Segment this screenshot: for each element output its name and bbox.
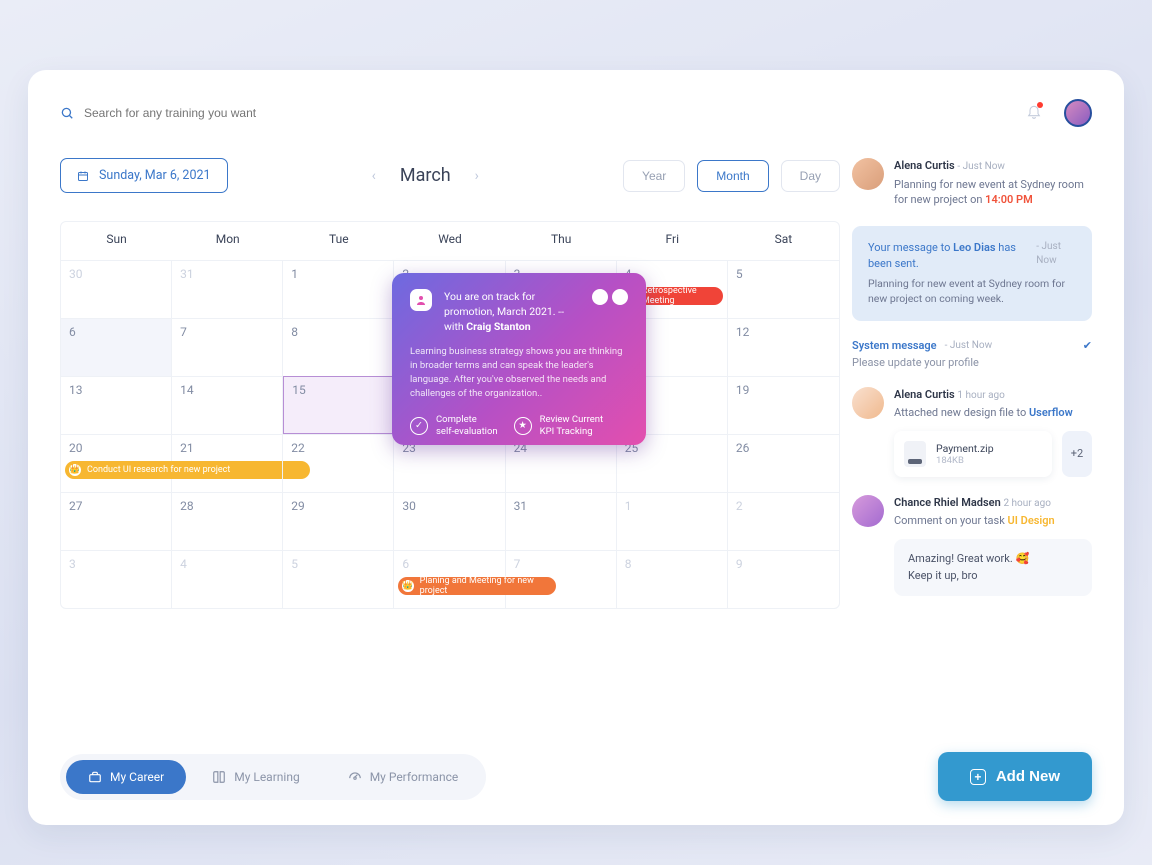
popover-title: You are on track for promotion, March 20… (444, 289, 580, 335)
attachment-card[interactable]: Payment.zip 184KB (894, 431, 1052, 477)
calendar-day[interactable]: 19 (728, 376, 839, 434)
zip-file-icon (904, 441, 926, 467)
popover-action-kpi[interactable]: ★ Review CurrentKPI Tracking (514, 414, 603, 438)
day-of-week-label: Sun (61, 222, 172, 260)
system-message: System message - Just Now ✔ Please updat… (852, 339, 1092, 369)
calendar-day[interactable]: 4 (172, 550, 283, 608)
bottom-bar: My Career My Learning My Performance + A… (60, 742, 1092, 801)
calendar-day[interactable]: 14 (172, 376, 283, 434)
next-month-button[interactable]: › (475, 168, 479, 184)
star-icon: ★ (514, 417, 532, 435)
view-switch: Year Month Day (623, 160, 840, 192)
activity-item[interactable]: Chance Rhiel Madsen 2 hour ago Comment o… (852, 495, 1092, 596)
prev-month-button[interactable]: ‹ (372, 168, 376, 184)
calendar-day[interactable]: 8 (283, 318, 394, 376)
calendar-day[interactable]: 2 (728, 492, 839, 550)
sent-message-card: Your message to Leo Dias has been sent. … (852, 226, 1092, 320)
calendar-day[interactable]: 9 (728, 550, 839, 608)
event-popover[interactable]: You are on track for promotion, March 20… (392, 273, 646, 445)
view-month-button[interactable]: Month (697, 160, 768, 192)
calendar-day[interactable]: 30 (394, 492, 505, 550)
calendar-day[interactable]: 15 (283, 376, 394, 434)
current-date-chip[interactable]: Sunday, Mar 6, 2021 (60, 158, 228, 193)
calendar-day[interactable]: 21 (172, 434, 283, 492)
calendar-day[interactable]: 5 (283, 550, 394, 608)
day-of-week-label: Mon (172, 222, 283, 260)
event-icon: 👑 (402, 580, 413, 592)
tab-my-career[interactable]: My Career (66, 760, 186, 794)
notifications-button[interactable] (1026, 103, 1042, 123)
popover-body: Learning business strategy shows you are… (410, 345, 628, 402)
calendar-day[interactable]: 28 (172, 492, 283, 550)
calendar-day[interactable]: 7 (172, 318, 283, 376)
more-attachments-button[interactable]: +2 (1062, 431, 1092, 477)
check-icon: ✔ (1083, 339, 1092, 352)
calendar-day[interactable]: 31 (506, 492, 617, 550)
app-card: Sunday, Mar 6, 2021 ‹ March › Year Month… (28, 70, 1124, 825)
calendar-day[interactable]: 22 (283, 434, 394, 492)
calendar-day[interactable]: 13 (61, 376, 172, 434)
calendar-day[interactable]: 6 (61, 318, 172, 376)
view-year-button[interactable]: Year (623, 160, 685, 192)
calendar-day[interactable]: 5 (728, 260, 839, 318)
calendar-day[interactable]: 29 (283, 492, 394, 550)
top-bar (60, 96, 1092, 130)
book-icon (212, 770, 226, 784)
tab-my-performance[interactable]: My Performance (326, 760, 481, 794)
calendar-day[interactable]: 30 (61, 260, 172, 318)
add-new-button[interactable]: + Add New (938, 752, 1092, 801)
calendar-grid: SunMonTueWedThuFriSat 30311234🔥Retrospec… (60, 221, 840, 609)
calendar-day[interactable]: 1 (617, 492, 728, 550)
briefcase-icon (88, 770, 102, 784)
search[interactable] (60, 106, 404, 120)
gauge-icon (348, 770, 362, 784)
calendar-day[interactable]: 7 (506, 550, 617, 608)
day-of-week-label: Sat (728, 222, 839, 260)
user-avatar[interactable] (1064, 99, 1092, 127)
search-input[interactable] (84, 106, 404, 120)
calendar-day[interactable]: 26 (728, 434, 839, 492)
view-day-button[interactable]: Day (781, 160, 840, 192)
calendar-header: Sunday, Mar 6, 2021 ‹ March › Year Month… (60, 158, 840, 193)
activity-feed: Alena Curtis - Just Now Planning for new… (852, 158, 1092, 742)
calendar-day[interactable]: 6👑Planing and Meeting for new project (394, 550, 505, 608)
calendar-day[interactable]: 31 (172, 260, 283, 318)
notification-dot (1037, 102, 1043, 108)
avatar (852, 387, 884, 419)
calendar-day[interactable]: 3 (61, 550, 172, 608)
popover-avatar (592, 289, 608, 305)
day-of-week-label: Thu (506, 222, 617, 260)
calendar-day[interactable]: 12 (728, 318, 839, 376)
current-date-label: Sunday, Mar 6, 2021 (99, 168, 211, 183)
calendar-icon (77, 170, 89, 182)
section-tabs: My Career My Learning My Performance (60, 754, 486, 800)
avatar (852, 495, 884, 527)
calendar-day[interactable]: 1 (283, 260, 394, 318)
calendar-panel: Sunday, Mar 6, 2021 ‹ March › Year Month… (60, 158, 840, 742)
tab-my-learning[interactable]: My Learning (190, 760, 321, 794)
calendar-day[interactable]: 20👑Conduct UI research for new project (61, 434, 172, 492)
day-of-week-label: Fri (617, 222, 728, 260)
search-icon (60, 106, 74, 120)
calendar-day[interactable]: 8 (617, 550, 728, 608)
avatar (852, 158, 884, 190)
month-label: March (400, 165, 451, 186)
day-of-week-label: Wed (394, 222, 505, 260)
event-icon: 👑 (69, 464, 81, 476)
check-icon: ✓ (410, 417, 428, 435)
popover-action-self-eval[interactable]: ✓ Completeself-evaluation (410, 414, 498, 438)
popover-person-icon (410, 289, 432, 311)
day-of-week-label: Tue (283, 222, 394, 260)
comment-card: Amazing! Great work. 🥰 Keep it up, bro (894, 539, 1092, 596)
calendar-day[interactable]: 27 (61, 492, 172, 550)
popover-avatar (612, 289, 628, 305)
plus-icon: + (970, 769, 986, 785)
activity-item[interactable]: Alena Curtis - Just Now Planning for new… (852, 158, 1092, 208)
activity-item[interactable]: Alena Curtis 1 hour ago Attached new des… (852, 387, 1092, 477)
